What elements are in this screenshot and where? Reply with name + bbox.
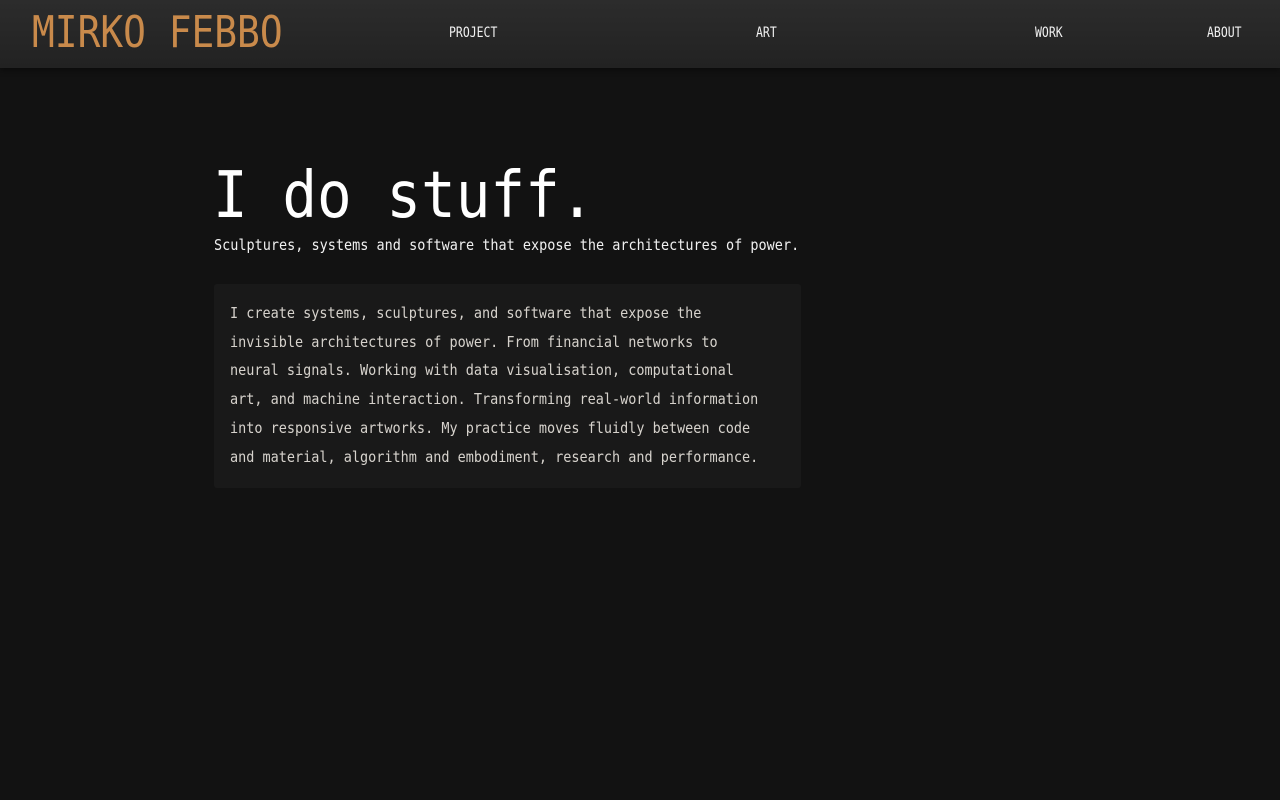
bio-line: neural signals. Working with data visual…: [230, 361, 734, 380]
bio-text: I create systems, sculptures, and softwa…: [230, 299, 788, 471]
bio-line: art, and machine interaction. Transformi…: [230, 390, 759, 409]
hero-title: I do stuff.: [213, 159, 595, 233]
hero-subtitle: Sculptures, systems and software that ex…: [214, 236, 800, 254]
bio-line: I create systems, sculptures, and softwa…: [230, 304, 702, 322]
bio-line: invisible architectures of power. From f…: [230, 332, 718, 351]
bio-line: into responsive artworks. My practice mo…: [230, 418, 751, 437]
nav-link-project[interactable]: PROJECT: [449, 24, 497, 42]
nav-link-work[interactable]: WORK: [1035, 24, 1063, 42]
nav-link-about[interactable]: ABOUT: [1207, 24, 1242, 42]
nav-link-art[interactable]: ART: [756, 24, 777, 42]
site-header: MIRKO FEBBO PROJECT ART WORK ABOUT: [0, 0, 1280, 68]
bio-card: I create systems, sculptures, and softwa…: [214, 284, 801, 488]
bio-line: and material, algorithm and embodiment, …: [230, 447, 759, 466]
site-logo-link[interactable]: MIRKO FEBBO: [32, 7, 283, 59]
